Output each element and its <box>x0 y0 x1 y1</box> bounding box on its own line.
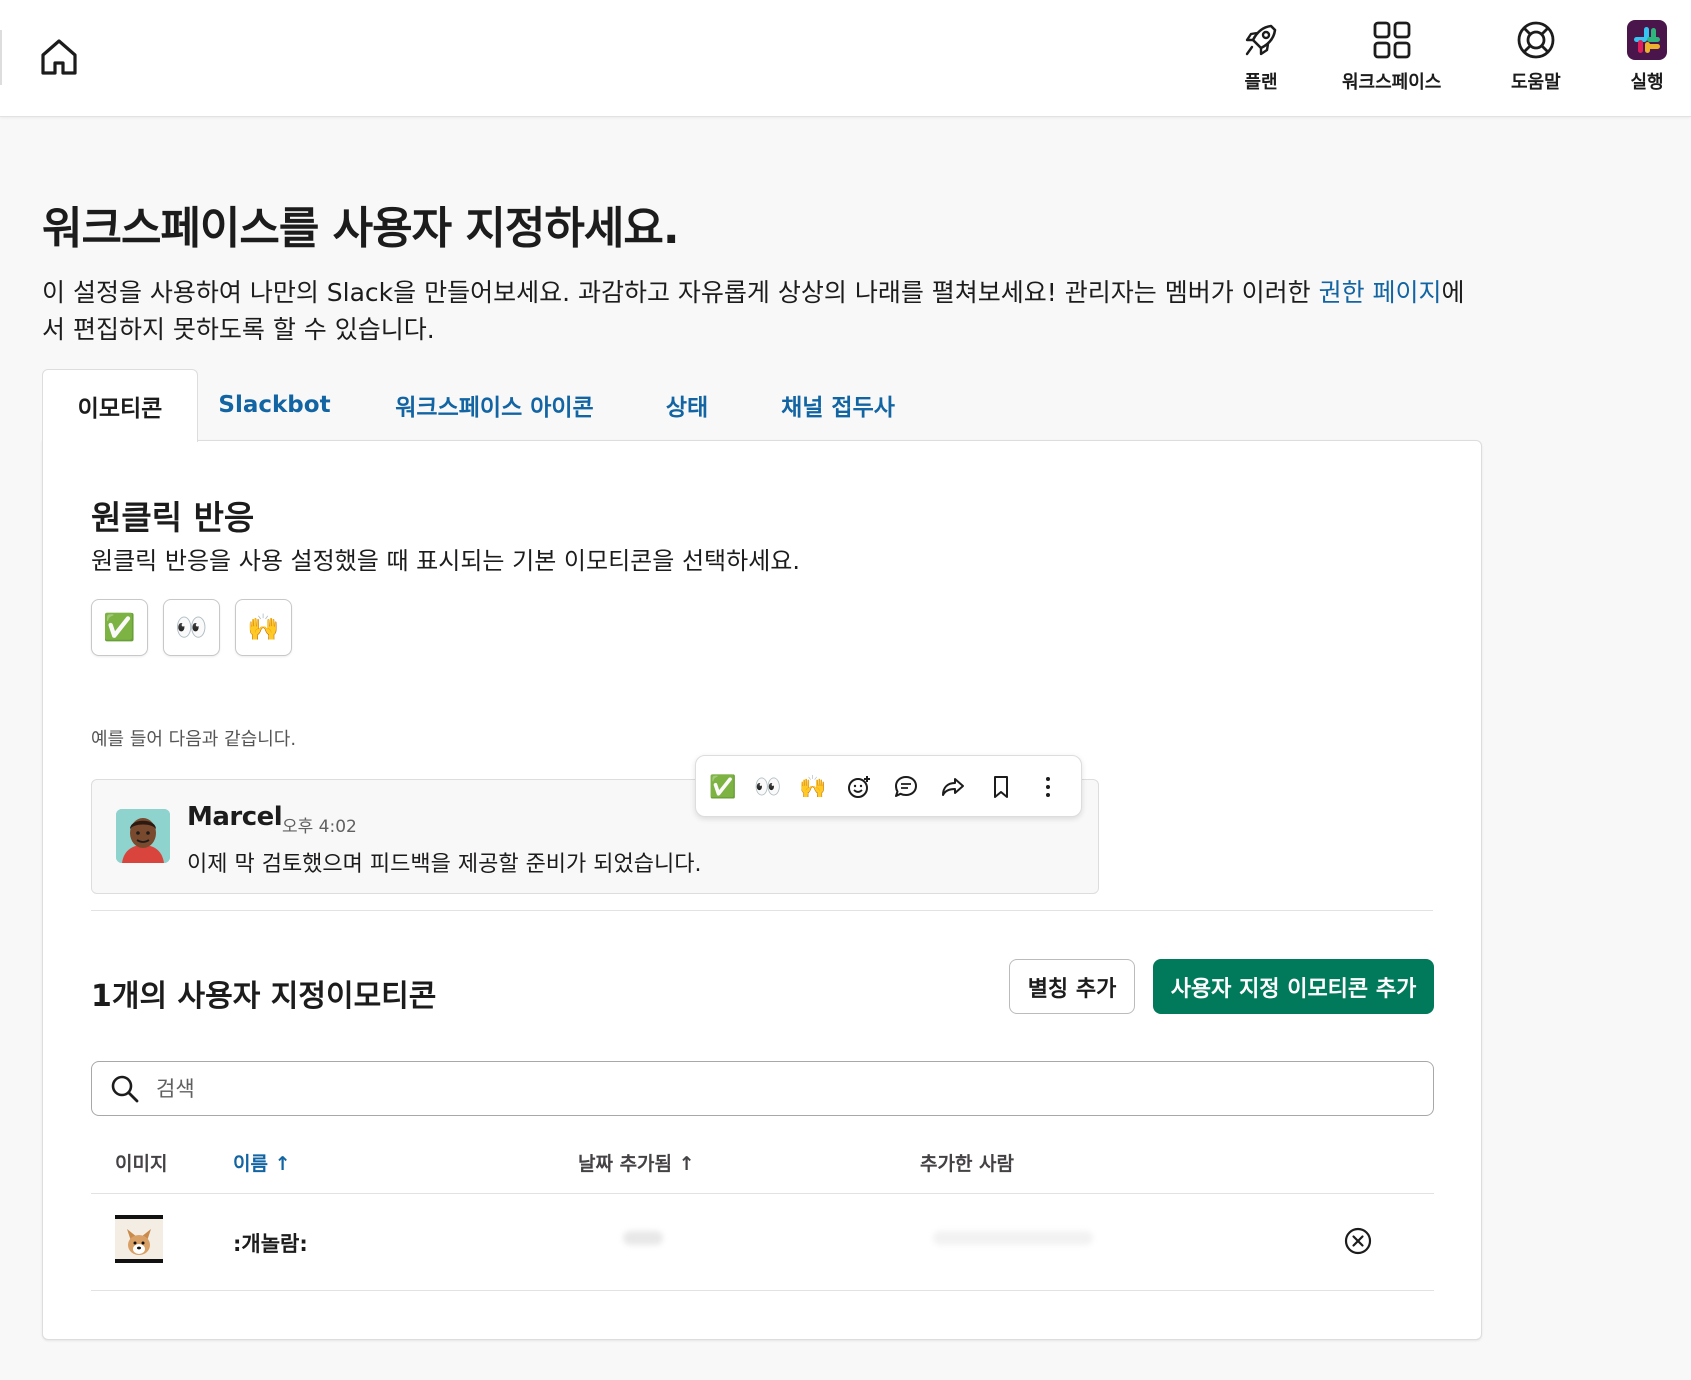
quick-reaction-2[interactable]: 👀 <box>751 770 785 804</box>
top-bar: 플랜 워크스페이스 도움말 실행 <box>0 0 1691 117</box>
tab-workspace-icon[interactable]: 워크스페이스 아이콘 <box>382 369 607 441</box>
tab-emoji[interactable]: 이모티콘 <box>42 369 198 442</box>
person-avatar-icon <box>116 809 170 863</box>
nav-plan-label: 플랜 <box>1244 72 1278 93</box>
section-divider <box>91 910 1433 911</box>
intro-text: 이 설정을 사용하여 나만의 Slack을 만들어보세요. 과감하고 자유롭게 … <box>42 274 1482 348</box>
one-click-emoji-3[interactable]: 🙌 <box>235 599 292 656</box>
added-by-redacted <box>933 1231 1093 1245</box>
left-edge-divider <box>0 30 2 85</box>
message-text: 이제 막 검토했으며 피드백을 제공할 준비가 되었습니다. <box>187 852 702 877</box>
message-time: 오후 4:02 <box>282 817 357 837</box>
emoji-settings-panel: 원클릭 반응 원클릭 반응을 사용 설정했을 때 표시되는 기본 이모티콘을 선… <box>42 440 1482 1340</box>
nav-workspace-label: 워크스페이스 <box>1342 72 1442 93</box>
more-actions-button[interactable] <box>1031 770 1065 804</box>
nav-help[interactable]: 도움말 <box>1511 20 1561 94</box>
nav-launch[interactable]: 실행 <box>1627 20 1667 94</box>
date-added-redacted <box>623 1231 663 1245</box>
lifebuoy-icon <box>1517 21 1555 59</box>
avatar <box>116 809 170 863</box>
save-message-button[interactable] <box>984 770 1018 804</box>
forward-icon <box>942 778 964 796</box>
dog-emoji-image <box>115 1215 163 1263</box>
column-header-name[interactable]: 이름 ↑ <box>233 1149 291 1176</box>
one-click-title: 원클릭 반응 <box>91 498 255 537</box>
emoji-name: :개놀람: <box>233 1232 308 1256</box>
table-row-divider <box>91 1290 1434 1291</box>
tab-slackbot[interactable]: Slackbot <box>212 369 337 441</box>
tab-channel-prefix[interactable]: 채널 접두사 <box>768 369 908 441</box>
nav-workspace[interactable]: 워크스페이스 <box>1342 20 1441 94</box>
one-click-emoji-2[interactable]: 👀 <box>163 599 220 656</box>
page-title: 워크스페이스를 사용자 지정하세요. <box>42 203 680 254</box>
intro-text-before: 이 설정을 사용하여 나만의 Slack을 만들어보세요. 과감하고 자유롭게 … <box>42 278 1319 307</box>
nav-plan[interactable]: 플랜 <box>1241 20 1281 94</box>
home-button[interactable] <box>36 34 82 80</box>
message-author: Marcel <box>187 802 283 832</box>
message-actions-bar: ✅ 👀 🙌 <box>695 755 1082 817</box>
home-icon <box>41 39 77 75</box>
permissions-page-link[interactable]: 권한 페이지 <box>1319 278 1442 307</box>
one-click-emoji-1[interactable]: ✅ <box>91 599 148 656</box>
bookmark-icon <box>994 776 1008 798</box>
more-vertical-icon <box>1046 777 1050 797</box>
rocket-icon <box>1245 24 1277 56</box>
column-header-date-added[interactable]: 날짜 추가됨 ↑ <box>578 1149 695 1176</box>
add-custom-emoji-button[interactable]: 사용자 지정 이모티콘 추가 <box>1153 959 1434 1014</box>
example-label: 예를 들어 다음과 같습니다. <box>91 729 297 750</box>
remove-emoji-icon[interactable] <box>1343 1226 1373 1256</box>
table-header-divider <box>91 1193 1434 1194</box>
add-reaction-button[interactable] <box>842 770 876 804</box>
custom-emoji-title: 1개의 사용자 지정이모티콘 <box>91 979 437 1014</box>
add-reaction-icon <box>848 776 870 798</box>
tab-status[interactable]: 상태 <box>650 369 724 441</box>
nav-launch-label: 실행 <box>1630 72 1664 93</box>
search-icon <box>111 1075 139 1103</box>
reply-thread-button[interactable] <box>889 770 923 804</box>
nav-help-label: 도움말 <box>1511 72 1561 93</box>
quick-reaction-1[interactable]: ✅ <box>706 770 740 804</box>
emoji-search <box>91 1061 1434 1116</box>
quick-reaction-3[interactable]: 🙌 <box>796 770 830 804</box>
search-input[interactable] <box>156 1070 1406 1108</box>
add-alias-button[interactable]: 별칭 추가 <box>1009 959 1135 1014</box>
grid-icon <box>1373 21 1411 59</box>
slack-logo-icon <box>1627 20 1667 60</box>
column-header-added-by[interactable]: 추가한 사람 <box>920 1149 1014 1176</box>
column-header-image: 이미지 <box>115 1153 168 1175</box>
thread-icon <box>895 776 917 797</box>
one-click-description: 원클릭 반응을 사용 설정했을 때 표시되는 기본 이모티콘을 선택하세요. <box>91 547 800 575</box>
share-message-button[interactable] <box>936 770 970 804</box>
